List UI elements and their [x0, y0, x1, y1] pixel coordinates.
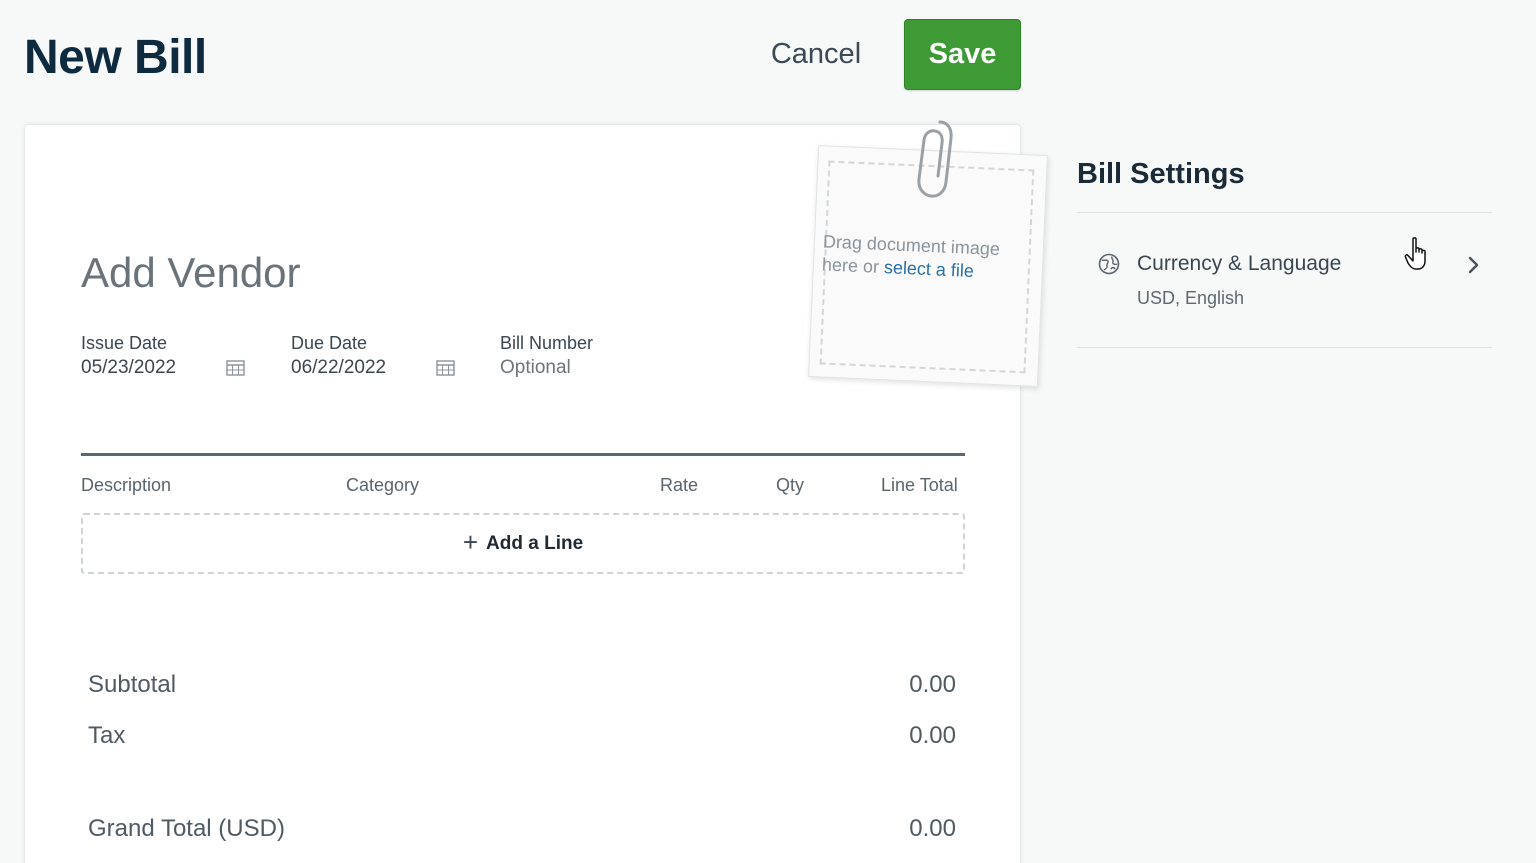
save-button[interactable]: Save [904, 19, 1021, 90]
cancel-button[interactable]: Cancel [752, 30, 880, 78]
settings-divider-top [1077, 212, 1492, 213]
bill-number-input[interactable]: Optional [500, 357, 571, 379]
column-header-line-total: Line Total [881, 475, 958, 495]
issue-date-input[interactable]: 05/23/2022 [81, 357, 176, 379]
subtotal-value: 0.00 [909, 671, 956, 698]
calendar-icon[interactable] [436, 359, 455, 376]
page-title: New Bill [24, 31, 207, 84]
calendar-icon[interactable] [226, 359, 245, 376]
bill-number-label: Bill Number [500, 333, 594, 353]
line-items-divider [81, 453, 965, 456]
due-date-label: Due Date [291, 333, 368, 353]
currency-language-value: USD, English [1137, 288, 1245, 308]
plus-icon: + [462, 527, 479, 557]
grand-total-value: 0.00 [909, 815, 956, 842]
bill-settings-title: Bill Settings [1077, 158, 1245, 190]
tax-value: 0.00 [909, 722, 956, 749]
dropzone-instructions: Drag document image here or select a fil… [821, 230, 1023, 285]
grand-total-label: Grand Total (USD) [88, 815, 285, 842]
due-date-input[interactable]: 06/22/2022 [291, 357, 386, 379]
currency-language-setting[interactable]: Currency & Language USD, English [1077, 214, 1492, 346]
add-line-button[interactable]: + Add a Line [81, 513, 965, 574]
column-header-category: Category [346, 475, 420, 495]
select-file-link[interactable]: select a file [884, 257, 975, 281]
column-header-description: Description [81, 475, 172, 495]
column-header-qty: Qty [776, 475, 805, 495]
paperclip-icon [917, 120, 953, 198]
hand-pointer-icon [1404, 237, 1426, 270]
add-vendor-field[interactable]: Add Vendor [81, 249, 301, 297]
add-line-label: Add a Line [486, 532, 584, 554]
currency-language-label: Currency & Language [1137, 252, 1342, 275]
chevron-right-icon [1468, 256, 1479, 274]
globe-icon [1098, 253, 1120, 275]
settings-divider-bottom [1077, 347, 1492, 348]
dropzone-text-line2: here or [821, 254, 885, 278]
tax-label: Tax [88, 722, 126, 749]
subtotal-label: Subtotal [88, 671, 177, 698]
issue-date-label: Issue Date [81, 333, 168, 353]
new-bill-page: New Bill Cancel Save Add Vendor Issue Da… [0, 0, 1536, 863]
column-header-rate: Rate [660, 475, 699, 495]
